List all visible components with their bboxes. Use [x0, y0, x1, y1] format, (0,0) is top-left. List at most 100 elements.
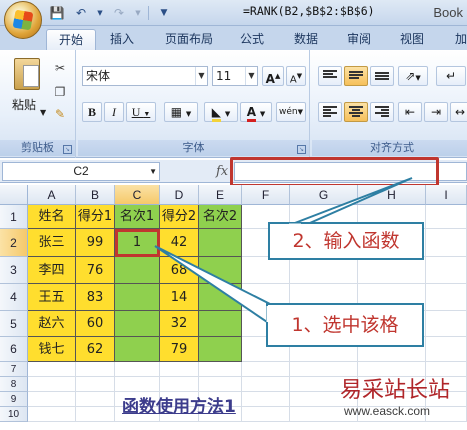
cut-icon[interactable]: ✂	[52, 60, 68, 76]
header-cell[interactable]: 姓名	[28, 205, 76, 229]
empty-cell[interactable]	[199, 362, 242, 377]
empty-cell[interactable]	[28, 377, 76, 392]
empty-cell[interactable]	[160, 377, 199, 392]
tab-addins[interactable]: 加	[446, 29, 467, 50]
select-all-corner[interactable]	[0, 185, 28, 205]
empty-cell[interactable]	[426, 311, 467, 337]
column-header-g[interactable]: G	[290, 185, 358, 205]
insert-function-icon[interactable]: fx	[216, 164, 228, 179]
table-cell[interactable]: 68	[160, 257, 199, 284]
empty-cell[interactable]	[76, 407, 115, 422]
row-header-1[interactable]: 1	[0, 205, 28, 229]
shrink-font-icon[interactable]: A▼	[286, 66, 306, 86]
phonetic-guide-icon[interactable]: wén▼	[276, 102, 306, 122]
table-cell[interactable]: 42	[160, 229, 199, 257]
italic-icon[interactable]: I	[104, 102, 124, 122]
tab-view[interactable]: 视图	[390, 29, 434, 50]
table-cell[interactable]: 张三	[28, 229, 76, 257]
row-header-10[interactable]: 10	[0, 407, 28, 422]
empty-cell[interactable]	[242, 257, 290, 284]
name-box[interactable]: C2 ▼	[2, 162, 160, 181]
grow-font-icon[interactable]: A▲	[262, 66, 284, 86]
font-launcher-icon[interactable]: ↘	[297, 145, 306, 154]
undo-dropdown-icon[interactable]: ▼	[96, 4, 104, 21]
table-cell[interactable]: 李四	[28, 257, 76, 284]
column-header-b[interactable]: B	[76, 185, 115, 205]
fill-color-icon[interactable]: ◣ ▼	[204, 102, 238, 122]
table-cell[interactable]	[199, 337, 242, 362]
empty-cell[interactable]	[76, 392, 115, 407]
table-cell[interactable]	[115, 284, 160, 311]
tab-home[interactable]: 开始	[46, 29, 96, 50]
format-painter-icon[interactable]: ✎	[52, 106, 68, 122]
empty-cell[interactable]	[426, 337, 467, 362]
increase-indent-icon[interactable]: ⇥	[424, 102, 448, 122]
tab-review[interactable]: 审阅	[337, 29, 381, 50]
chevron-down-icon[interactable]: ▼	[149, 163, 157, 180]
table-cell[interactable]	[199, 229, 242, 257]
underline-icon[interactable]: U ▼	[126, 102, 156, 122]
copy-icon[interactable]: ❐	[52, 84, 68, 100]
empty-cell[interactable]	[28, 407, 76, 422]
empty-cell[interactable]	[426, 205, 467, 229]
empty-cell[interactable]	[358, 257, 426, 284]
empty-cell[interactable]	[426, 407, 467, 422]
column-header-a[interactable]: A	[28, 185, 76, 205]
redo-dropdown-icon[interactable]: ▼	[134, 4, 142, 21]
tab-page-layout[interactable]: 页面布局	[155, 29, 223, 50]
paste-dropdown-icon[interactable]: ▼	[40, 108, 46, 117]
decrease-indent-icon[interactable]: ⇤	[398, 102, 422, 122]
table-cell[interactable]: 60	[76, 311, 115, 337]
office-button[interactable]	[4, 1, 42, 39]
row-header-8[interactable]: 8	[0, 377, 28, 392]
empty-cell[interactable]	[426, 257, 467, 284]
empty-cell[interactable]	[426, 229, 467, 257]
chevron-down-icon[interactable]: ▼	[245, 67, 257, 85]
empty-cell[interactable]	[242, 392, 290, 407]
column-header-f[interactable]: F	[242, 185, 290, 205]
redo-icon[interactable]: ↷	[110, 4, 128, 21]
align-center-icon[interactable]	[344, 102, 368, 122]
customize-icon[interactable]: ▼	[155, 4, 173, 21]
undo-icon[interactable]: ↶	[72, 4, 90, 21]
row-header-6[interactable]: 6	[0, 337, 28, 362]
table-cell[interactable]	[199, 311, 242, 337]
align-top-icon[interactable]	[318, 66, 342, 86]
row-header-5[interactable]: 5	[0, 311, 28, 337]
row-header-2[interactable]: 2	[0, 229, 28, 257]
table-cell[interactable]	[115, 257, 160, 284]
table-cell[interactable]: 32	[160, 311, 199, 337]
column-header-c[interactable]: C	[115, 185, 160, 205]
column-header-i[interactable]: I	[426, 185, 467, 205]
paste-button-label[interactable]: 粘贴	[12, 96, 36, 113]
table-cell[interactable]: 83	[76, 284, 115, 311]
header-cell[interactable]: 名次2	[199, 205, 242, 229]
save-icon[interactable]: 💾	[48, 4, 66, 21]
table-cell[interactable]	[115, 337, 160, 362]
empty-cell[interactable]	[115, 377, 160, 392]
orientation-icon[interactable]: ⇗▼	[398, 66, 428, 86]
chevron-down-icon[interactable]: ▼	[195, 67, 207, 85]
font-color-icon[interactable]: A ▼	[240, 102, 272, 122]
row-header-9[interactable]: 9	[0, 392, 28, 407]
table-cell[interactable]: 79	[160, 337, 199, 362]
row-header-3[interactable]: 3	[0, 257, 28, 284]
header-cell[interactable]: 得分2	[160, 205, 199, 229]
empty-cell[interactable]	[160, 362, 199, 377]
empty-cell[interactable]	[242, 362, 290, 377]
empty-cell[interactable]	[76, 377, 115, 392]
empty-cell[interactable]	[290, 257, 358, 284]
table-cell[interactable]: 99	[76, 229, 115, 257]
merge-center-icon[interactable]: ↔	[450, 102, 467, 122]
align-middle-icon[interactable]	[344, 66, 368, 86]
header-cell[interactable]: 得分1	[76, 205, 115, 229]
empty-cell[interactable]	[76, 362, 115, 377]
empty-cell[interactable]	[199, 377, 242, 392]
table-cell[interactable]: 76	[76, 257, 115, 284]
empty-cell[interactable]	[242, 377, 290, 392]
clipboard-launcher-icon[interactable]: ↘	[63, 145, 72, 154]
table-cell[interactable]: 赵六	[28, 311, 76, 337]
table-cell[interactable]: 62	[76, 337, 115, 362]
align-right-icon[interactable]	[370, 102, 394, 122]
header-cell[interactable]: 名次1	[115, 205, 160, 229]
